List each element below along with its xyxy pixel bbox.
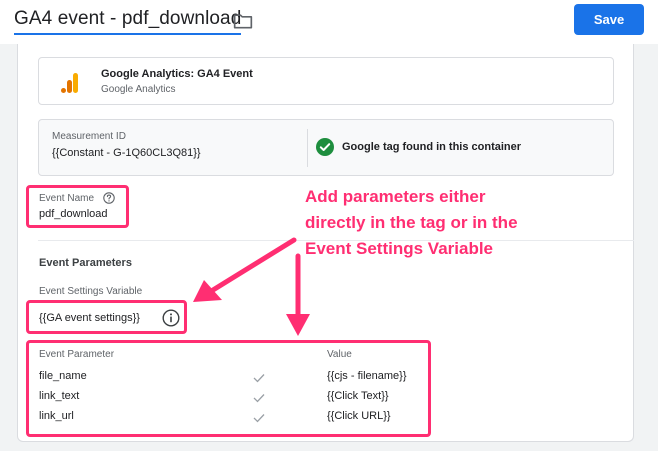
folder-icon[interactable]	[233, 12, 253, 30]
tag-type-vendor: Google Analytics	[101, 84, 176, 95]
check-circle-icon	[316, 138, 334, 156]
google-tag-status: Google tag found in this container	[342, 141, 522, 153]
annotation-callout: Add parameters either directly in the ta…	[305, 184, 605, 262]
annotation-line: Event Settings Variable	[305, 239, 494, 258]
event-parameters-heading: Event Parameters	[39, 257, 132, 269]
google-analytics-logo	[61, 73, 78, 93]
measurement-id-card: Measurement ID {{Constant - G-1Q60CL3Q81…	[38, 119, 614, 176]
top-bar: GA4 event - pdf_download Save	[0, 0, 658, 44]
divider	[307, 129, 308, 167]
tag-type-name: Google Analytics: GA4 Event	[101, 68, 253, 80]
event-name-highlight	[26, 185, 129, 228]
parameters-table-highlight	[26, 340, 431, 437]
tag-type-card[interactable]: Google Analytics: GA4 Event Google Analy…	[38, 57, 614, 105]
tag-name-title[interactable]: GA4 event - pdf_download	[14, 8, 242, 35]
annotation-line: directly in the tag or in the	[305, 213, 518, 232]
save-button[interactable]: Save	[574, 4, 644, 35]
event-settings-variable-label: Event Settings Variable	[39, 286, 143, 297]
measurement-id-value[interactable]: {{Constant - G-1Q60CL3Q81}}	[52, 147, 201, 159]
measurement-id-label: Measurement ID	[52, 131, 126, 142]
settings-variable-highlight	[26, 300, 187, 334]
annotation-line: Add parameters either	[305, 187, 486, 206]
